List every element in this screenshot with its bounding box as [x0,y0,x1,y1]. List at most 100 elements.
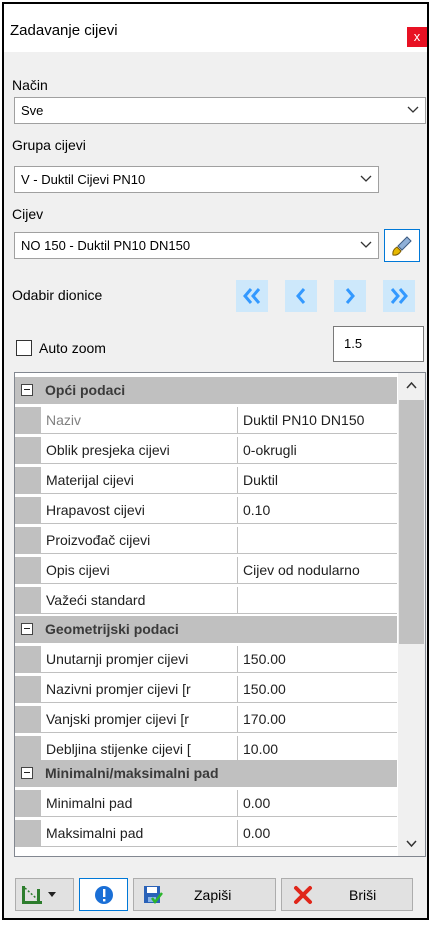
tool-dropdown-button[interactable] [15,878,74,911]
grupa-select[interactable]: V - Duktil Cijevi PN10 [14,166,379,193]
property-value-text: Cijev od nodularno [243,562,360,578]
property-row[interactable]: Minimalni pad 0.00 [15,790,397,817]
property-name: Važeći standard [41,587,238,614]
dionice-label: Odabir dionice [12,287,103,303]
property-value-text: 0.00 [243,795,271,811]
title-bar: Zadavanje cijevi x [4,4,427,52]
property-name-text: Važeći standard [46,592,146,608]
property-value[interactable]: 10.00 [238,736,397,763]
property-name-text: Oblik presjeka cijevi [46,442,170,458]
property-value[interactable]: Cijev od nodularno [238,557,397,584]
property-name: Oblik presjeka cijevi [41,437,238,464]
property-name: Nazivni promjer cijevi [r [41,676,238,703]
row-gutter [15,706,41,733]
chevron-down-icon[interactable] [405,837,418,850]
info-icon [95,886,113,904]
double-chevron-right-icon [390,288,408,304]
property-value-text: 0.00 [243,825,271,841]
category-pad[interactable]: Minimalni/maksimalni pad [15,760,397,787]
property-value[interactable]: 0.10 [238,497,397,524]
property-row[interactable]: Naziv Duktil PN10 DN150 [15,407,397,434]
property-value[interactable]: Duktil PN10 DN150 [238,407,397,434]
double-chevron-left-icon [243,288,261,304]
next-section-button[interactable] [334,280,366,312]
chevron-up-icon[interactable] [405,379,418,392]
brush-icon [392,236,412,256]
delete-icon [294,886,312,904]
brush-button[interactable] [384,229,420,262]
property-row[interactable]: Maksimalni pad 0.00 [15,820,397,847]
auto-zoom-label: Auto zoom [39,340,106,356]
property-value[interactable]: 0-okrugli [238,437,397,464]
property-name-text: Maksimalni pad [46,825,144,841]
zoom-value-input[interactable]: 1.5 [333,326,424,362]
delete-button[interactable]: Briši [281,878,413,911]
property-value[interactable]: 150.00 [238,646,397,673]
zoom-value: 1.5 [344,336,363,351]
property-value[interactable]: 0.00 [238,790,397,817]
cijev-select[interactable]: NO 150 - Duktil PN10 DN150 [14,232,379,259]
property-name-text: Materijal cijevi [46,472,134,488]
previous-section-button[interactable] [285,280,317,312]
row-gutter [15,736,41,763]
property-name-text: Nazivni promjer cijevi [r [46,681,191,697]
first-section-button[interactable] [236,280,268,312]
row-gutter [15,646,41,673]
property-name: Materijal cijevi [41,467,238,494]
property-row[interactable]: Proizvođač cijevi [15,527,397,554]
nacin-select[interactable]: Sve [14,97,426,124]
property-name: Naziv [41,407,238,434]
collapse-icon[interactable] [21,623,33,635]
row-gutter [15,676,41,703]
property-name: Vanjski promjer cijevi [r [41,706,238,733]
property-row[interactable]: Unutarnji promjer cijevi 150.00 [15,646,397,673]
property-value-text: 170.00 [243,711,286,727]
property-row[interactable]: Opis cijevi Cijev od nodularno [15,557,397,584]
property-value[interactable] [238,527,397,554]
property-value-text: Duktil [243,472,279,488]
property-name: Unutarnji promjer cijevi [41,646,238,673]
property-row[interactable]: Materijal cijevi Duktil [15,467,397,494]
property-row[interactable]: Važeći standard [15,587,397,614]
row-gutter [15,437,41,464]
nacin-label: Način [12,77,48,93]
property-value[interactable]: 150.00 [238,676,397,703]
property-row[interactable]: Debljina stijenke cijevi [10.00 [15,736,397,763]
category-geometrijski[interactable]: Geometrijski podaci [15,616,397,643]
delete-label: Briši [349,887,377,903]
property-name: Debljina stijenke cijevi [ [41,736,238,763]
save-button[interactable]: Zapiši [133,878,276,911]
property-value-text: 0-okrugli [243,442,297,458]
property-value-text: 150.00 [243,651,286,667]
close-button[interactable]: x [407,27,427,47]
property-row[interactable]: Hrapavost cijevi 0.10 [15,497,397,524]
nacin-value: Sve [21,103,44,118]
vertical-scrollbar[interactable] [398,373,425,856]
category-label: Geometrijski podaci [45,621,179,637]
row-gutter [15,467,41,494]
property-name: Opis cijevi [41,557,238,584]
property-value-text: 150.00 [243,681,286,697]
property-name: Proizvođač cijevi [41,527,238,554]
property-value[interactable]: 0.00 [238,820,397,847]
last-section-button[interactable] [383,280,415,312]
auto-zoom-checkbox[interactable] [16,340,32,356]
property-value[interactable] [238,587,397,614]
scrollbar-thumb[interactable] [399,400,424,644]
collapse-icon[interactable] [21,384,33,396]
property-value-text: Duktil PN10 DN150 [243,412,365,428]
property-name-text: Proizvođač cijevi [46,532,151,548]
category-opci[interactable]: Opći podaci [15,377,397,404]
pipe-tool-icon [22,886,56,904]
property-row[interactable]: Vanjski promjer cijevi [r 170.00 [15,706,397,733]
property-row[interactable]: Nazivni promjer cijevi [r 150.00 [15,676,397,703]
category-label: Opći podaci [45,382,126,398]
property-name-text: Minimalni pad [46,795,133,811]
info-button[interactable] [79,878,128,911]
row-gutter [15,790,41,817]
property-value[interactable]: 170.00 [238,706,397,733]
chevron-right-icon [345,288,355,304]
property-row[interactable]: Oblik presjeka cijevi 0-okrugli [15,437,397,464]
collapse-icon[interactable] [21,767,33,779]
property-value[interactable]: Duktil [238,467,397,494]
